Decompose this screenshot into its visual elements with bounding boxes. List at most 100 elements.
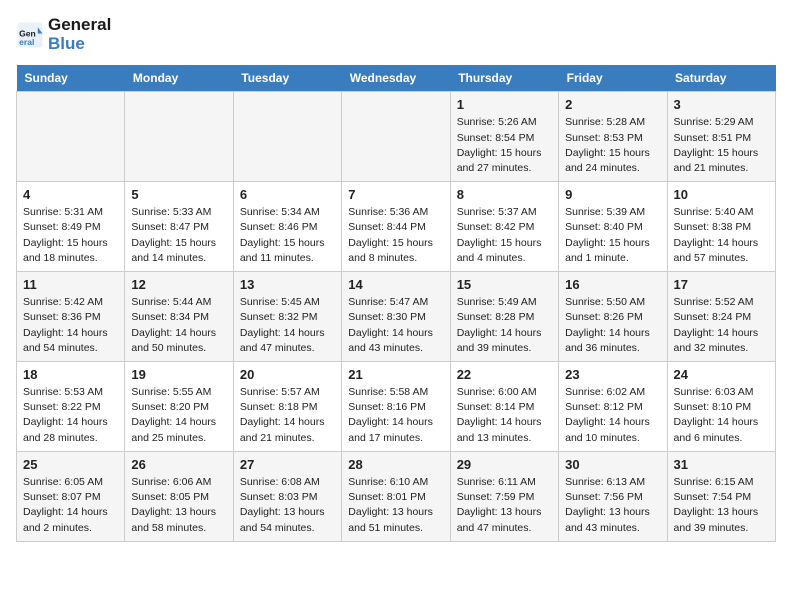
calendar-cell: 30 Sunrise: 6:13 AM Sunset: 7:56 PM Dayli… xyxy=(559,451,667,541)
day-number: 12 xyxy=(131,277,226,292)
day-number: 19 xyxy=(131,367,226,382)
day-number: 30 xyxy=(565,457,660,472)
calendar-cell: 13Sunrise: 5:45 AM Sunset: 8:32 PM Dayli… xyxy=(233,272,341,362)
calendar-cell: 28 Sunrise: 6:10 AM Sunset: 8:01 PM Dayli… xyxy=(342,451,450,541)
calendar-table: SundayMondayTuesdayWednesdayThursdayFrid… xyxy=(16,65,776,541)
calendar-cell xyxy=(17,92,125,182)
day-info: Sunrise: 5:53 AM Sunset: 8:22 PM Dayligh… xyxy=(23,385,118,446)
day-info: Sunrise: 5:40 AM Sunset: 8:38 PM Dayligh… xyxy=(674,205,769,266)
calendar-week-row: 11 Sunrise: 5:42 AM Sunset: 8:36 PM Dayli… xyxy=(17,272,776,362)
column-header-friday: Friday xyxy=(559,65,667,92)
day-info: Sunrise: 5:34 AM Sunset: 8:46 PM Dayligh… xyxy=(240,205,335,266)
day-info: Sunrise: 5:28 AM Sunset: 8:53 PM Dayligh… xyxy=(565,115,660,176)
day-number: 17 xyxy=(674,277,769,292)
calendar-cell: 14Sunrise: 5:47 AM Sunset: 8:30 PM Dayli… xyxy=(342,272,450,362)
day-info: Sunrise: 5:49 AM Sunset: 8:28 PM Dayligh… xyxy=(457,295,552,356)
day-number: 28 xyxy=(348,457,443,472)
calendar-cell: 27Sunrise: 6:08 AM Sunset: 8:03 PM Dayli… xyxy=(233,451,341,541)
column-header-sunday: Sunday xyxy=(17,65,125,92)
day-number: 15 xyxy=(457,277,552,292)
column-header-thursday: Thursday xyxy=(450,65,558,92)
day-info: Sunrise: 5:52 AM Sunset: 8:24 PM Dayligh… xyxy=(674,295,769,356)
day-info: Sunrise: 5:29 AM Sunset: 8:51 PM Dayligh… xyxy=(674,115,769,176)
day-info: Sunrise: 6:11 AM Sunset: 7:59 PM Dayligh… xyxy=(457,475,552,536)
logo-text: General Blue xyxy=(48,16,111,53)
day-info: Sunrise: 5:31 AM Sunset: 8:49 PM Dayligh… xyxy=(23,205,118,266)
day-number: 8 xyxy=(457,187,552,202)
calendar-cell: 19 Sunrise: 5:55 AM Sunset: 8:20 PM Dayli… xyxy=(125,362,233,452)
day-number: 5 xyxy=(131,187,226,202)
column-header-saturday: Saturday xyxy=(667,65,775,92)
calendar-cell: 8 Sunrise: 5:37 AM Sunset: 8:42 PM Daylig… xyxy=(450,182,558,272)
day-number: 11 xyxy=(23,277,118,292)
day-number: 16 xyxy=(565,277,660,292)
calendar-cell: 24Sunrise: 6:03 AM Sunset: 8:10 PM Dayli… xyxy=(667,362,775,452)
calendar-cell: 31 Sunrise: 6:15 AM Sunset: 7:54 PM Dayli… xyxy=(667,451,775,541)
calendar-week-row: 4Sunrise: 5:31 AM Sunset: 8:49 PM Daylig… xyxy=(17,182,776,272)
day-info: Sunrise: 5:45 AM Sunset: 8:32 PM Dayligh… xyxy=(240,295,335,356)
calendar-cell: 10 Sunrise: 5:40 AM Sunset: 8:38 PM Dayli… xyxy=(667,182,775,272)
calendar-cell: 3 Sunrise: 5:29 AM Sunset: 8:51 PM Daylig… xyxy=(667,92,775,182)
day-number: 25 xyxy=(23,457,118,472)
day-number: 3 xyxy=(674,97,769,112)
calendar-cell xyxy=(342,92,450,182)
day-number: 6 xyxy=(240,187,335,202)
day-info: Sunrise: 5:37 AM Sunset: 8:42 PM Dayligh… xyxy=(457,205,552,266)
day-info: Sunrise: 5:39 AM Sunset: 8:40 PM Dayligh… xyxy=(565,205,660,266)
day-info: Sunrise: 5:55 AM Sunset: 8:20 PM Dayligh… xyxy=(131,385,226,446)
day-info: Sunrise: 5:58 AM Sunset: 8:16 PM Dayligh… xyxy=(348,385,443,446)
logo-icon: Gen eral xyxy=(16,21,44,49)
calendar-cell: 22 Sunrise: 6:00 AM Sunset: 8:14 PM Dayli… xyxy=(450,362,558,452)
day-info: Sunrise: 5:33 AM Sunset: 8:47 PM Dayligh… xyxy=(131,205,226,266)
calendar-cell: 25 Sunrise: 6:05 AM Sunset: 8:07 PM Dayli… xyxy=(17,451,125,541)
calendar-cell: 1Sunrise: 5:26 AM Sunset: 8:54 PM Daylig… xyxy=(450,92,558,182)
column-header-tuesday: Tuesday xyxy=(233,65,341,92)
day-info: Sunrise: 6:05 AM Sunset: 8:07 PM Dayligh… xyxy=(23,475,118,536)
calendar-cell: 26 Sunrise: 6:06 AM Sunset: 8:05 PM Dayli… xyxy=(125,451,233,541)
day-number: 29 xyxy=(457,457,552,472)
column-header-monday: Monday xyxy=(125,65,233,92)
calendar-cell: 7Sunrise: 5:36 AM Sunset: 8:44 PM Daylig… xyxy=(342,182,450,272)
calendar-cell: 17 Sunrise: 5:52 AM Sunset: 8:24 PM Dayli… xyxy=(667,272,775,362)
day-info: Sunrise: 5:26 AM Sunset: 8:54 PM Dayligh… xyxy=(457,115,552,176)
calendar-week-row: 18 Sunrise: 5:53 AM Sunset: 8:22 PM Dayli… xyxy=(17,362,776,452)
day-info: Sunrise: 6:06 AM Sunset: 8:05 PM Dayligh… xyxy=(131,475,226,536)
day-info: Sunrise: 5:42 AM Sunset: 8:36 PM Dayligh… xyxy=(23,295,118,356)
day-info: Sunrise: 6:15 AM Sunset: 7:54 PM Dayligh… xyxy=(674,475,769,536)
logo: Gen eral General Blue xyxy=(16,16,111,53)
day-info: Sunrise: 6:10 AM Sunset: 8:01 PM Dayligh… xyxy=(348,475,443,536)
calendar-cell: 23 Sunrise: 6:02 AM Sunset: 8:12 PM Dayli… xyxy=(559,362,667,452)
calendar-week-row: 25 Sunrise: 6:05 AM Sunset: 8:07 PM Dayli… xyxy=(17,451,776,541)
day-number: 18 xyxy=(23,367,118,382)
day-number: 31 xyxy=(674,457,769,472)
day-number: 14 xyxy=(348,277,443,292)
day-number: 27 xyxy=(240,457,335,472)
calendar-cell: 11 Sunrise: 5:42 AM Sunset: 8:36 PM Dayli… xyxy=(17,272,125,362)
calendar-cell: 9 Sunrise: 5:39 AM Sunset: 8:40 PM Daylig… xyxy=(559,182,667,272)
calendar-cell: 16Sunrise: 5:50 AM Sunset: 8:26 PM Dayli… xyxy=(559,272,667,362)
day-number: 26 xyxy=(131,457,226,472)
calendar-cell: 18 Sunrise: 5:53 AM Sunset: 8:22 PM Dayli… xyxy=(17,362,125,452)
calendar-cell: 15 Sunrise: 5:49 AM Sunset: 8:28 PM Dayli… xyxy=(450,272,558,362)
page-header: Gen eral General Blue xyxy=(16,16,776,53)
calendar-cell: 12Sunrise: 5:44 AM Sunset: 8:34 PM Dayli… xyxy=(125,272,233,362)
calendar-cell: 21 Sunrise: 5:58 AM Sunset: 8:16 PM Dayli… xyxy=(342,362,450,452)
calendar-cell xyxy=(233,92,341,182)
day-number: 23 xyxy=(565,367,660,382)
calendar-cell: 20Sunrise: 5:57 AM Sunset: 8:18 PM Dayli… xyxy=(233,362,341,452)
day-info: Sunrise: 6:13 AM Sunset: 7:56 PM Dayligh… xyxy=(565,475,660,536)
calendar-cell: 6 Sunrise: 5:34 AM Sunset: 8:46 PM Daylig… xyxy=(233,182,341,272)
calendar-cell: 4Sunrise: 5:31 AM Sunset: 8:49 PM Daylig… xyxy=(17,182,125,272)
day-number: 7 xyxy=(348,187,443,202)
day-number: 24 xyxy=(674,367,769,382)
day-info: Sunrise: 6:02 AM Sunset: 8:12 PM Dayligh… xyxy=(565,385,660,446)
day-number: 22 xyxy=(457,367,552,382)
day-number: 9 xyxy=(565,187,660,202)
day-info: Sunrise: 6:00 AM Sunset: 8:14 PM Dayligh… xyxy=(457,385,552,446)
day-number: 10 xyxy=(674,187,769,202)
day-number: 20 xyxy=(240,367,335,382)
column-header-wednesday: Wednesday xyxy=(342,65,450,92)
day-number: 21 xyxy=(348,367,443,382)
calendar-cell xyxy=(125,92,233,182)
calendar-week-row: 1Sunrise: 5:26 AM Sunset: 8:54 PM Daylig… xyxy=(17,92,776,182)
